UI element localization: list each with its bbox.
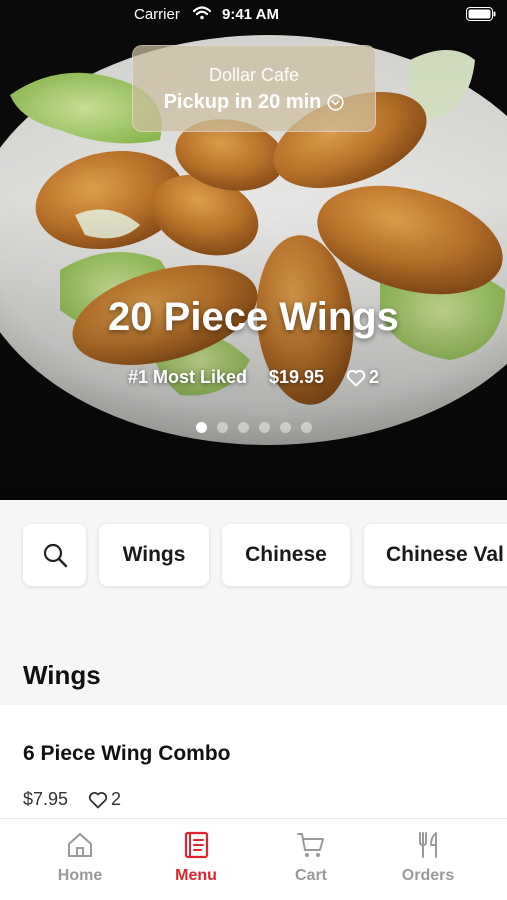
store-name: Dollar Cafe <box>208 65 300 85</box>
category-chip-chinese[interactable]: Chinese <box>222 524 350 586</box>
category-chip-chinese-value[interactable]: Chinese Val <box>364 524 507 586</box>
chevron-down-circle-icon <box>327 94 345 111</box>
featured-item-title: 20 Piece Wings <box>108 295 399 339</box>
search-button[interactable] <box>23 524 86 586</box>
hero-banner[interactable]: Carrier 9:41 AM Dollar Cafe Pickup in 20… <box>0 0 507 500</box>
carousel-indicator[interactable] <box>0 422 507 433</box>
menu-item-price: $7.95 <box>23 789 69 809</box>
category-bar[interactable]: Wings Chinese Chinese Val <box>0 500 507 620</box>
search-icon <box>43 543 67 568</box>
store-pickup-selector[interactable]: Dollar Cafe Pickup in 20 min <box>132 45 376 132</box>
pickup-label: Pickup in 20 min <box>163 91 322 113</box>
carousel-dot[interactable] <box>195 422 207 433</box>
tab-home-label: Home <box>57 867 103 884</box>
heart-icon <box>346 369 366 386</box>
tab-cart-label: Cart <box>294 867 327 884</box>
menu-book-icon <box>184 831 209 859</box>
carousel-dot[interactable] <box>300 422 312 433</box>
featured-likes-count: 2 <box>369 367 380 387</box>
menu-item-likes[interactable]: 2 <box>88 789 121 810</box>
featured-likes[interactable]: 2 <box>346 367 379 388</box>
home-icon <box>68 833 92 857</box>
carousel-dot[interactable] <box>258 422 270 433</box>
carousel-dot[interactable] <box>279 422 291 433</box>
tab-cart[interactable]: Cart <box>261 829 361 885</box>
tab-menu-label: Menu <box>175 867 217 884</box>
menu-item-meta: $7.95 2 <box>23 789 121 810</box>
wifi-icon <box>193 6 211 20</box>
carrier-label: Carrier <box>134 6 180 23</box>
bottom-tab-bar: Home Menu Cart Orders <box>0 818 507 900</box>
clock: 9:41 AM <box>222 6 279 23</box>
carousel-dot[interactable] <box>216 422 228 433</box>
section-title: Wings <box>23 660 101 690</box>
status-bar: Carrier 9:41 AM <box>0 0 507 30</box>
tab-orders-label: Orders <box>401 867 455 884</box>
menu-item-likes-count: 2 <box>111 789 122 809</box>
menu-item-card[interactable]: 6 Piece Wing Combo $7.95 2 <box>0 705 507 820</box>
pickup-time[interactable]: Pickup in 20 min <box>133 91 375 114</box>
tab-orders[interactable]: Orders <box>378 829 478 885</box>
cart-icon <box>297 833 324 857</box>
fork-knife-icon <box>419 832 437 858</box>
category-chip-wings[interactable]: Wings <box>99 524 209 586</box>
tab-home[interactable]: Home <box>30 829 130 885</box>
tab-menu[interactable]: Menu <box>146 829 246 885</box>
carousel-dot[interactable] <box>237 422 249 433</box>
battery-icon <box>466 7 496 21</box>
heart-icon <box>88 791 108 808</box>
menu-item-name: 6 Piece Wing Combo <box>23 742 231 765</box>
featured-badge: #1 Most Liked <box>127 367 247 387</box>
featured-price: $19.95 <box>268 367 325 387</box>
featured-item-meta: #1 Most Liked $19.95 2 <box>0 367 507 388</box>
